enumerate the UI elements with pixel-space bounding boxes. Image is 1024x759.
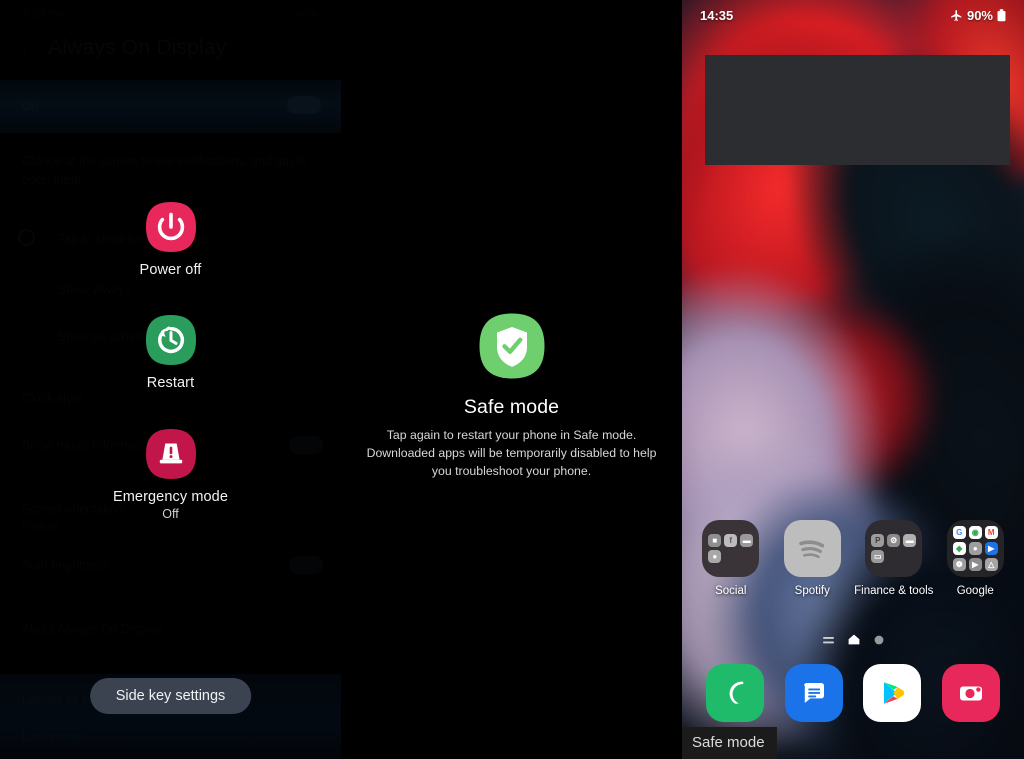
settings-icon: ⚙ (887, 534, 901, 547)
folder-finance-tools[interactable]: P ⚙ ▬ ▭ Finance & tools (854, 520, 934, 597)
page-indicator (682, 632, 1024, 650)
dock (682, 664, 1024, 722)
folder-spotify-label: Spotify (794, 585, 830, 597)
blank-widget[interactable] (705, 55, 1010, 165)
google-maps-icon: ◆ (952, 542, 966, 555)
home-screen-panel: 14:35 90% ■ f ▬ ● Social Spotify P ⚙ ▬ ▭… (682, 0, 1024, 759)
folder-social-label: Social (715, 585, 747, 597)
folder-finance-preview: P ⚙ ▬ ▭ (865, 520, 923, 577)
play-store-icon[interactable] (863, 664, 922, 722)
gmail-icon: M (984, 526, 998, 539)
folder-spotify[interactable]: Spotify (774, 520, 850, 597)
folder-social-preview: ■ f ▬ ● (702, 520, 760, 577)
restart-button[interactable]: Restart (0, 314, 341, 391)
page-dot[interactable] (874, 632, 884, 650)
power-menu-panel: 4:20 PM 86% ‹ Always On Display On Glanc… (0, 0, 341, 759)
battery-icon (997, 8, 1006, 21)
status-bar: 14:35 90% (682, 0, 1024, 30)
phone-icon[interactable] (706, 664, 765, 722)
safe-mode-tag: Safe mode (682, 727, 777, 759)
instagram-icon: ■ (708, 534, 722, 547)
restart-icon (145, 314, 197, 366)
emergency-mode-label: Emergency mode (112, 489, 229, 505)
restart-label: Restart (146, 375, 195, 391)
home-folder-row: ■ f ▬ ● Social Spotify P ⚙ ▬ ▭ Finance &… (682, 520, 1024, 597)
emergency-mode-button[interactable]: Emergency mode Off (0, 428, 341, 521)
safe-mode-description: Tap again to restart your phone in Safe … (366, 428, 657, 478)
apps-page-icon[interactable] (822, 632, 834, 650)
screenshot-stage: 4:20 PM 86% ‹ Always On Display On Glanc… (0, 0, 1024, 759)
bank-icon: ▬ (903, 534, 917, 547)
youtube-icon: ▶ (968, 558, 982, 571)
power-menu-overlay: Power off Restart Emergency mode Off Sid… (0, 0, 341, 759)
status-bar-right: 90% (950, 8, 1006, 23)
safe-mode-panel: Safe mode Tap again to restart your phon… (341, 0, 682, 759)
google-assistant-icon: ● (968, 542, 982, 555)
folder-social[interactable]: ■ f ▬ ● Social (693, 520, 769, 597)
twitter-icon: ▬ (740, 534, 754, 547)
power-off-icon (145, 201, 197, 253)
wallet-icon: ▭ (871, 550, 885, 563)
google-photos-icon: ❁ (952, 558, 966, 571)
folder-finance-tools-label: Finance & tools (854, 585, 934, 597)
google-drive-icon: △ (984, 558, 998, 571)
reddit-icon: ● (708, 550, 722, 563)
safe-mode-title: Safe mode (463, 396, 560, 418)
google-search-icon: G (952, 526, 966, 539)
folder-google-label: Google (956, 585, 994, 597)
paypal-icon: P (871, 534, 885, 547)
folder-social-apps: ■ f ▬ ● (708, 534, 754, 563)
status-bar-time: 14:35 (700, 7, 734, 23)
spotify-icon (783, 520, 841, 577)
power-off-button[interactable]: Power off (0, 201, 341, 278)
camera-icon[interactable] (941, 664, 1000, 722)
folder-google-preview: G ◉ M ◆ ● ▶ ❁ ▶ △ (946, 520, 1004, 577)
status-bar-battery-text: 90% (966, 7, 993, 23)
safe-mode-content: Safe mode Tap again to restart your phon… (341, 312, 682, 480)
folder-google[interactable]: G ◉ M ◆ ● ▶ ❁ ▶ △ Google (937, 520, 1013, 597)
folder-google-apps: G ◉ M ◆ ● ▶ ❁ ▶ △ (952, 526, 998, 571)
emergency-mode-status: Off (162, 507, 179, 521)
shield-check-icon (478, 312, 546, 380)
folder-finance-apps: P ⚙ ▬ ▭ (871, 534, 917, 563)
emergency-mode-icon (145, 428, 197, 480)
google-meet-icon: ▶ (984, 542, 998, 555)
facebook-icon: f (724, 534, 738, 547)
airplane-mode-icon (951, 9, 962, 21)
power-off-label: Power off (139, 262, 202, 278)
side-key-settings-button[interactable]: Side key settings (89, 678, 252, 714)
home-page-icon[interactable] (848, 632, 860, 650)
messages-icon[interactable] (784, 664, 843, 722)
chrome-icon: ◉ (968, 526, 982, 539)
